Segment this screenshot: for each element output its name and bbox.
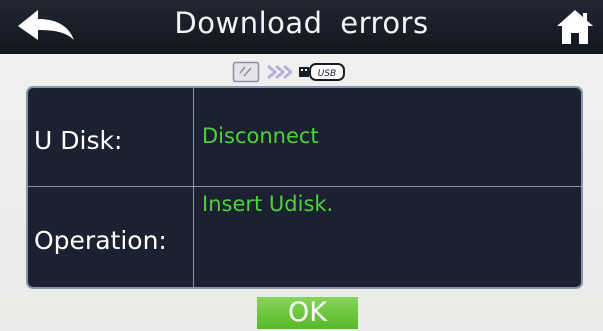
home-button[interactable] [555, 8, 595, 46]
u-disk-label: U Disk: [34, 126, 123, 155]
usb-label: USB [318, 69, 336, 79]
download-errors-screen: Download errors USB U Disk: Disconnect O… [0, 0, 603, 331]
column-divider [193, 88, 194, 287]
error-info-panel: U Disk: Disconnect Operation: Insert Udi… [26, 86, 583, 289]
operation-value: Insert Udisk. [202, 192, 334, 216]
memory-card-icon [232, 61, 260, 83]
double-chevron-right-icon [267, 64, 292, 80]
ok-button[interactable]: OK [257, 297, 358, 329]
usb-drive-icon: USB [299, 63, 345, 81]
page-title: Download errors [174, 6, 429, 40]
row-divider [28, 186, 581, 187]
operation-label: Operation: [34, 226, 167, 255]
home-icon [557, 10, 593, 44]
back-arrow-icon [18, 10, 74, 40]
title-bar: Download errors [0, 0, 603, 54]
u-disk-status-value: Disconnect [202, 124, 319, 148]
connection-status-row: USB [232, 60, 346, 84]
back-button[interactable] [14, 6, 78, 46]
